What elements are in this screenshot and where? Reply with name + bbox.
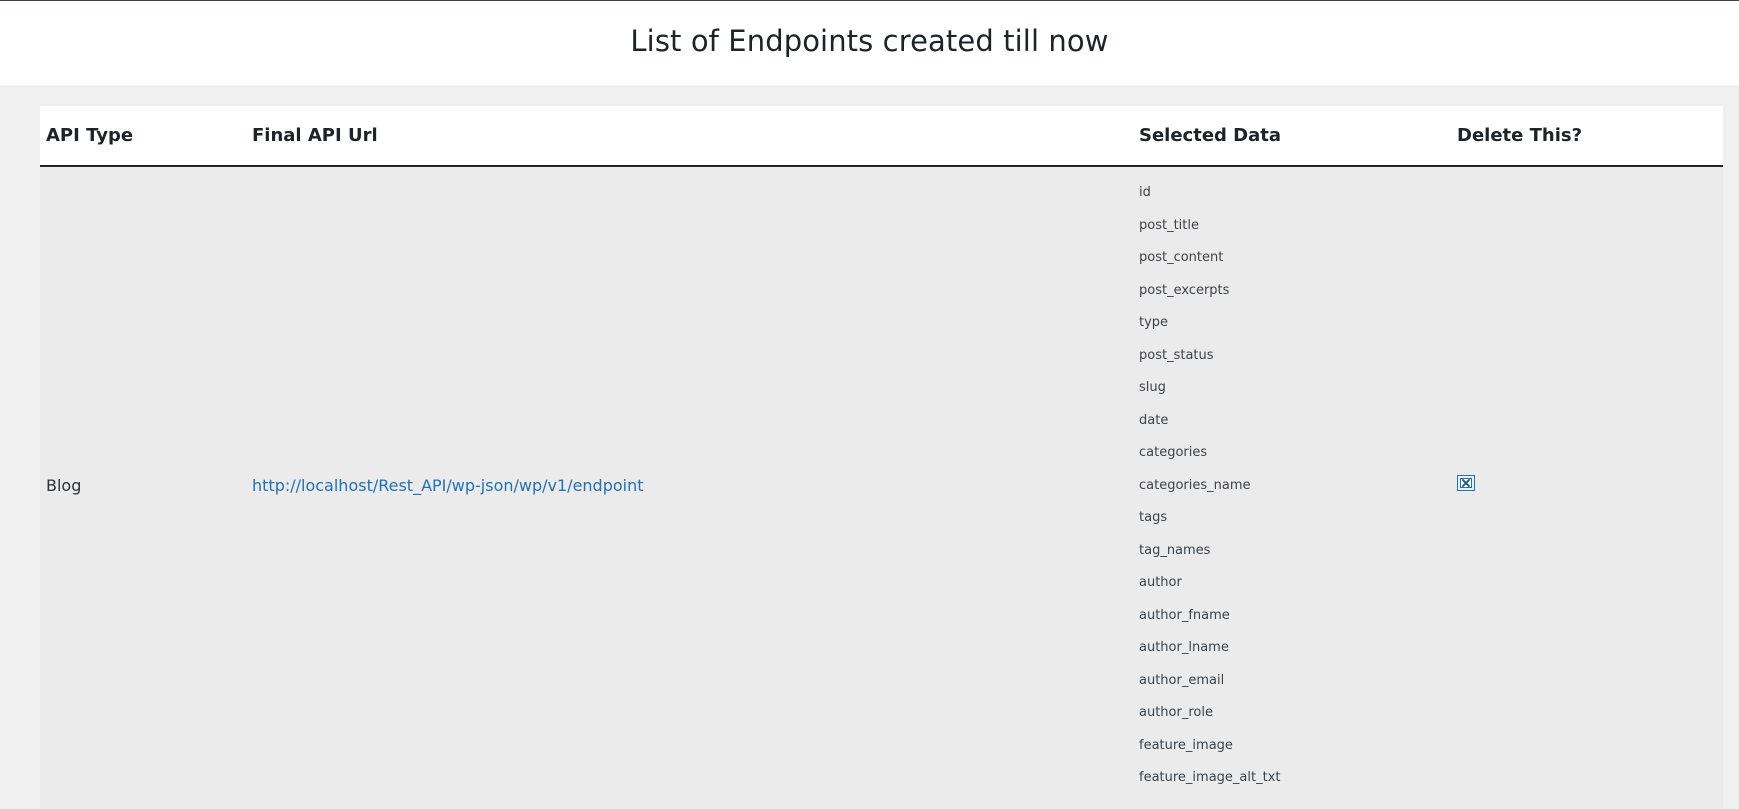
table-row: Blog http://localhost/Rest_API/wp-json/w… bbox=[40, 167, 1723, 809]
table-header: API Type Final API Url Selected Data Del… bbox=[40, 106, 1723, 167]
page-title: List of Endpoints created till now bbox=[630, 24, 1109, 58]
selected-data-item: author_fname bbox=[1139, 608, 1230, 623]
selected-data-item: author bbox=[1139, 575, 1182, 590]
delete-x-icon bbox=[1460, 478, 1472, 488]
selected-data-item: tags bbox=[1139, 510, 1168, 525]
selected-data-item: id bbox=[1139, 185, 1151, 200]
header-final-api-url: Final API Url bbox=[252, 125, 378, 146]
header-delete: Delete This? bbox=[1457, 125, 1583, 146]
selected-data-item: post_title bbox=[1139, 218, 1199, 233]
selected-data-item: slug bbox=[1139, 380, 1166, 395]
delete-endpoint-button[interactable] bbox=[1457, 475, 1475, 491]
header-api-type: API Type bbox=[46, 125, 134, 146]
endpoints-table: API Type Final API Url Selected Data Del… bbox=[40, 106, 1723, 809]
row-api-url-link[interactable]: http://localhost/Rest_API/wp-json/wp/v1/… bbox=[252, 476, 644, 495]
page-header: List of Endpoints created till now bbox=[0, 1, 1739, 85]
row-api-type: Blog bbox=[46, 476, 82, 495]
selected-data-item: author_lname bbox=[1139, 640, 1229, 655]
selected-data-item: author_role bbox=[1139, 705, 1213, 720]
selected-data-item: date bbox=[1139, 413, 1169, 428]
selected-data-item: post_status bbox=[1139, 348, 1214, 363]
selected-data-item: feature_image bbox=[1139, 738, 1233, 753]
selected-data-item: author_email bbox=[1139, 673, 1225, 688]
selected-data-item: post_excerpts bbox=[1139, 283, 1230, 298]
selected-data-item: post_content bbox=[1139, 250, 1224, 265]
selected-data-item: categories_name bbox=[1139, 478, 1251, 493]
selected-data-item: categories bbox=[1139, 445, 1208, 460]
header-selected-data: Selected Data bbox=[1139, 125, 1282, 146]
selected-data-item: tag_names bbox=[1139, 543, 1211, 558]
selected-data-item: feature_image_alt_txt bbox=[1139, 770, 1281, 785]
selected-data-item: type bbox=[1139, 315, 1169, 330]
